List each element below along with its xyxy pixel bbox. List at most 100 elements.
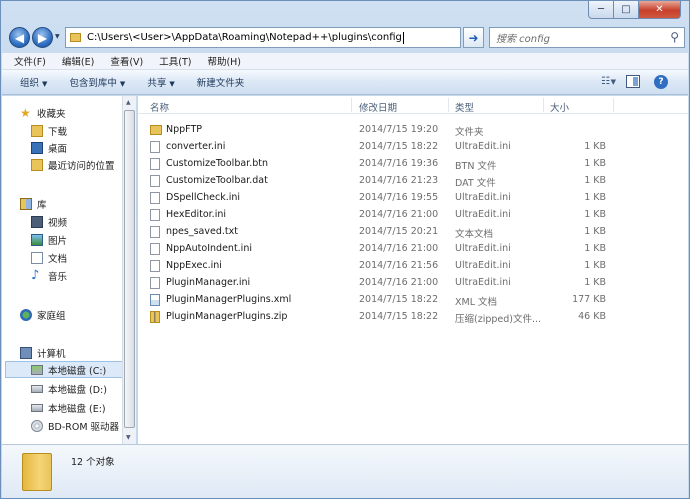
nav-favorites[interactable]: ★ 收藏夹	[20, 104, 122, 121]
desktop-icon	[31, 141, 43, 154]
file-name: PluginManagerPlugins.xml	[166, 294, 292, 305]
file-row[interactable]: DSpellCheck.ini 2014/7/16 19:55 UltraEdit.…	[138, 189, 688, 206]
navigation-pane: ★ 收藏夹 下载 桌面 最近访问的位置 库 视频 图片 文档 ♪ 音乐 家庭组 计算…	[2, 96, 122, 444]
file-row[interactable]: NppAutoIndent.ini 2014/7/16 21:00 UltraEdi…	[138, 240, 688, 257]
system-drive-icon	[31, 364, 43, 375]
music-note-icon: ♪	[31, 267, 40, 283]
nav-bdrom[interactable]: BD-ROM 驱动器	[31, 417, 122, 434]
file-type: UltraEdit.ini	[455, 141, 511, 152]
include-in-library-button[interactable]: 包含到库中 ▼	[69, 75, 125, 89]
file-type: UltraEdit.ini	[455, 277, 511, 288]
chevron-down-icon: ▼	[169, 80, 175, 88]
navigation-row: ◀ ▶ ▼ C:\Users\<User>\AppData\Roaming\No…	[7, 25, 687, 51]
maximize-button[interactable]: □	[614, 1, 639, 19]
search-input[interactable]: 搜索 config ⚲	[489, 27, 685, 48]
file-size: 1 KB	[584, 141, 606, 152]
nav-pictures[interactable]: 图片	[31, 231, 122, 248]
nav-documents[interactable]: 文档	[31, 249, 122, 266]
help-icon[interactable]: ?	[654, 75, 668, 89]
computer-icon	[20, 346, 32, 359]
file-row[interactable]: PluginManager.ini 2014/7/16 21:00 UltraEdi…	[138, 274, 688, 291]
nav-libraries[interactable]: 库	[20, 195, 122, 212]
folder-icon	[150, 125, 162, 135]
scrollbar-thumb[interactable]	[124, 110, 135, 428]
file-row[interactable]: NppFTP 2014/7/15 19:20 文件夹	[138, 121, 688, 138]
organize-button[interactable]: 组织 ▼	[20, 75, 47, 89]
back-button[interactable]: ◀	[9, 27, 30, 48]
library-icon	[20, 197, 32, 210]
menu-file[interactable]: 文件(F)	[14, 54, 46, 68]
file-modified: 2014/7/16 21:00	[359, 243, 439, 254]
search-icon[interactable]: ⚲	[670, 30, 679, 44]
file-row[interactable]: HexEditor.ini 2014/7/16 21:00 UltraEdit.in…	[138, 206, 688, 223]
address-path[interactable]: C:\Users\<User>\AppData\Roaming\Notepad+…	[87, 32, 402, 43]
file-icon	[150, 226, 160, 238]
file-name: NppFTP	[166, 124, 202, 135]
pictures-icon	[31, 233, 43, 246]
video-icon	[31, 215, 43, 228]
document-icon	[31, 251, 43, 264]
menu-tools[interactable]: 工具(T)	[159, 54, 191, 68]
file-modified: 2014/7/15 18:22	[359, 311, 439, 322]
column-headers: 名称 修改日期 类型 大小	[138, 96, 688, 114]
text-cursor	[402, 31, 404, 44]
nav-desktop[interactable]: 桌面	[31, 139, 122, 156]
nav-videos[interactable]: 视频	[31, 213, 122, 230]
drive-icon	[31, 384, 43, 393]
column-header-name[interactable]: 名称	[150, 100, 169, 114]
downloads-folder-icon	[31, 124, 43, 137]
share-button[interactable]: 共享 ▼	[147, 75, 174, 89]
nav-drive-c[interactable]: 本地磁盘 (C:)	[5, 361, 122, 378]
file-type: 压缩(zipped)文件...	[455, 314, 542, 325]
recent-pages-dropdown-icon[interactable]: ▼	[55, 33, 60, 40]
nav-drive-d[interactable]: 本地磁盘 (D:)	[31, 380, 122, 397]
forward-button[interactable]: ▶	[32, 27, 53, 48]
file-row[interactable]: PluginManagerPlugins.zip 2014/7/15 18:22 压…	[138, 308, 688, 325]
chevron-down-icon[interactable]: ▼	[611, 78, 616, 86]
file-row[interactable]: CustomizeToolbar.btn 2014/7/16 19:36 BTN 文…	[138, 155, 688, 172]
file-icon	[150, 158, 160, 170]
scroll-up-icon[interactable]: ▲	[126, 99, 131, 106]
file-modified: 2014/7/15 18:22	[359, 294, 439, 305]
preview-pane-icon[interactable]	[626, 75, 640, 88]
column-header-modified[interactable]: 修改日期	[359, 100, 397, 114]
file-size: 1 KB	[584, 277, 606, 288]
file-modified: 2014/7/16 21:00	[359, 209, 439, 220]
go-arrow-icon[interactable]: ➜	[463, 27, 484, 48]
nav-music[interactable]: ♪ 音乐	[31, 267, 122, 284]
nav-computer[interactable]: 计算机	[20, 344, 122, 361]
nav-homegroup[interactable]: 家庭组	[20, 306, 122, 323]
minimize-button[interactable]: ─	[588, 1, 614, 19]
menu-view[interactable]: 查看(V)	[110, 54, 143, 68]
new-folder-button[interactable]: 新建文件夹	[197, 75, 245, 89]
xml-icon	[150, 294, 160, 306]
file-row[interactable]: CustomizeToolbar.dat 2014/7/16 21:23 DAT 文…	[138, 172, 688, 189]
file-name: NppExec.ini	[166, 260, 222, 271]
recent-places-icon	[31, 158, 43, 171]
nav-downloads[interactable]: 下载	[31, 122, 122, 139]
nav-pane-scrollbar[interactable]: ▲ ▼	[122, 96, 136, 444]
file-name: DSpellCheck.ini	[166, 192, 241, 203]
nav-recent[interactable]: 最近访问的位置	[31, 156, 122, 173]
menu-edit[interactable]: 编辑(E)	[62, 54, 94, 68]
column-header-type[interactable]: 类型	[455, 100, 474, 114]
file-size: 1 KB	[584, 158, 606, 169]
file-row[interactable]: npes_saved.txt 2014/7/15 20:21 文本文档 1 KB	[138, 223, 688, 240]
file-type: BTN 文件	[455, 161, 497, 172]
view-options-icon[interactable]: ☷	[601, 76, 610, 87]
file-row[interactable]: converter.ini 2014/7/15 18:22 UltraEdit.in…	[138, 138, 688, 155]
close-button[interactable]: ✕	[639, 1, 681, 19]
scroll-down-icon[interactable]: ▼	[126, 434, 131, 441]
star-icon: ★	[20, 105, 31, 120]
file-row[interactable]: PluginManagerPlugins.xml 2014/7/15 18:22 X…	[138, 291, 688, 308]
file-name: CustomizeToolbar.btn	[166, 158, 268, 169]
file-row[interactable]: NppExec.ini 2014/7/16 21:56 UltraEdit.ini 1…	[138, 257, 688, 274]
menu-help[interactable]: 帮助(H)	[207, 54, 241, 68]
column-header-size[interactable]: 大小	[550, 100, 569, 114]
file-size: 1 KB	[584, 226, 606, 237]
nav-drive-e[interactable]: 本地磁盘 (E:)	[31, 399, 122, 416]
file-modified: 2014/7/16 21:23	[359, 175, 439, 186]
address-bar[interactable]: C:\Users\<User>\AppData\Roaming\Notepad+…	[65, 27, 461, 48]
file-type: UltraEdit.ini	[455, 243, 511, 254]
file-size: 46 KB	[578, 311, 606, 322]
